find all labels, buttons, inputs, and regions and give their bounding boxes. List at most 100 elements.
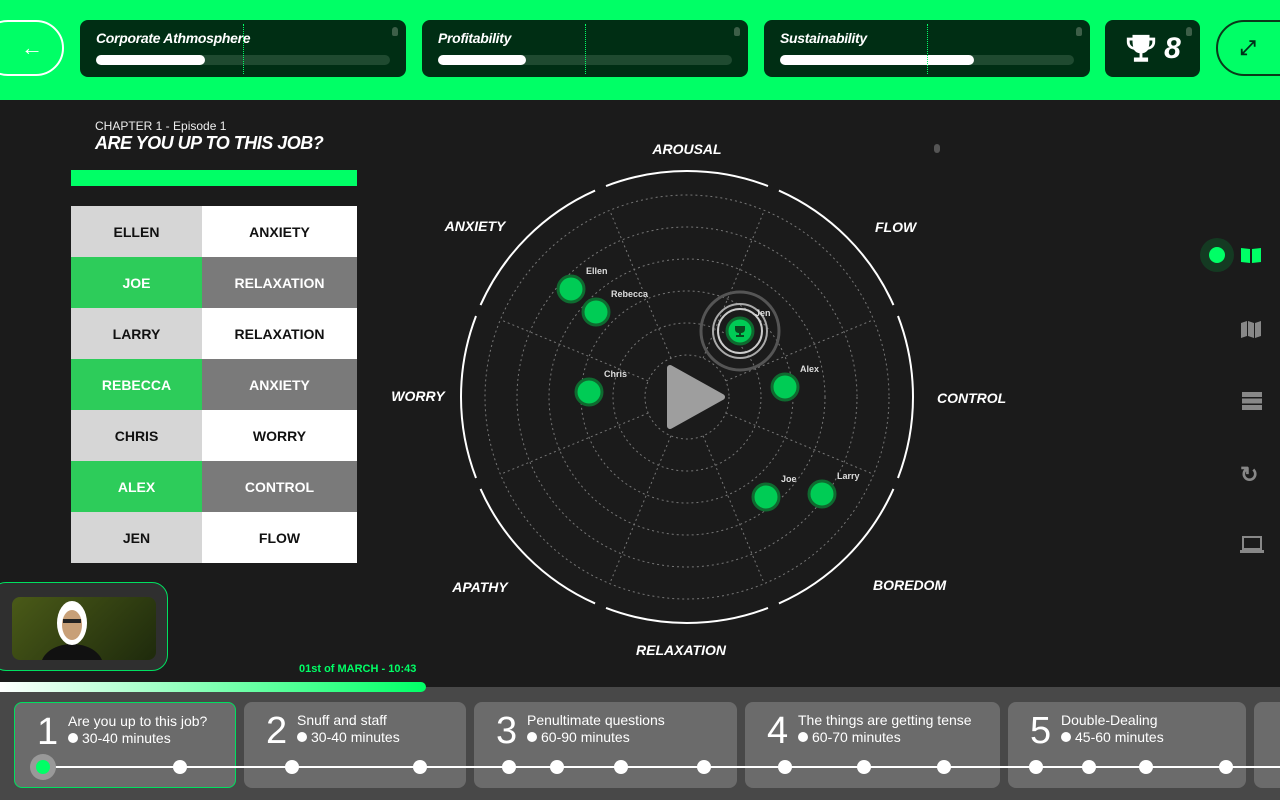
character-marker-label: Chris [604, 369, 627, 379]
character-name: CHRIS [71, 410, 202, 461]
sidebar-item-laptop[interactable] [1200, 536, 1280, 554]
radar-spoke [702, 435, 765, 584]
timeline-step[interactable] [1029, 760, 1043, 774]
lightbulb-icon[interactable] [934, 144, 940, 153]
character-name: JOE [71, 257, 202, 308]
timeline-step[interactable] [778, 760, 792, 774]
top-bar: ← Corporate Athmosphere Profitability Su… [0, 0, 1280, 100]
radar-spoke [725, 412, 874, 475]
character-marker-label: Rebecca [611, 289, 649, 299]
radar-outer-arc [605, 170, 769, 187]
arrow-left-icon: ← [21, 35, 43, 60]
radar-spoke [500, 412, 649, 475]
character-name: ELLEN [71, 206, 202, 257]
character-marker[interactable] [751, 482, 781, 512]
episode-duration: 45-60 minutes [1075, 729, 1164, 745]
trophy-counter[interactable]: 8 [1105, 20, 1200, 77]
timeline-step[interactable] [1219, 760, 1233, 774]
meter-fill [780, 55, 975, 65]
fullscreen-button[interactable]: ⤢ [1216, 20, 1280, 76]
meter-fill [438, 55, 527, 65]
meter-marker [585, 24, 586, 74]
table-row: CHRIS WORRY [71, 410, 357, 461]
episode-duration: 60-90 minutes [541, 729, 630, 745]
character-video[interactable] [0, 582, 168, 671]
clock-icon [68, 733, 78, 743]
character-name: ALEX [71, 461, 202, 512]
character-marker[interactable] [581, 297, 611, 327]
character-portrait [42, 601, 102, 660]
timeline-step[interactable] [857, 760, 871, 774]
episode-card-4[interactable]: 4 The things are getting tense 60-70 minut… [745, 702, 1000, 788]
episode-duration: 30-40 minutes [82, 730, 171, 746]
meter-label: Profitability [438, 30, 512, 46]
back-button[interactable]: ← [0, 20, 64, 76]
radar-label-relaxation: RELAXATION [636, 642, 727, 658]
episode-duration: 60-70 minutes [812, 729, 901, 745]
meter-sustainability: Sustainability [764, 20, 1090, 77]
chapter-title: ARE YOU UP TO THIS JOB? [95, 133, 324, 153]
emotion-radar: AROUSAL FLOW CONTROL BOREDOM RELAXATION APATH… [391, 141, 1006, 658]
character-marker[interactable] [556, 274, 586, 304]
radar-spoke [609, 435, 672, 584]
radar-label-control: CONTROL [937, 390, 1006, 406]
episode-title: The things are getting tense [798, 712, 972, 728]
character-marker[interactable] [807, 479, 837, 509]
timeline-step[interactable] [1082, 760, 1096, 774]
trophy-count: 8 [1164, 31, 1181, 65]
radar-label-anxiety: ANXIETY [444, 218, 507, 234]
episode-card-2[interactable]: 2 Snuff and staff 30-40 minutes [244, 702, 466, 788]
episode-number: 3 [496, 710, 518, 752]
timeline-progress [0, 682, 426, 692]
character-marker[interactable] [574, 377, 604, 407]
sidebar-item-refresh[interactable]: ↻ [1200, 462, 1280, 488]
radar-label-flow: FLOW [875, 219, 918, 235]
character-marker[interactable] [770, 372, 800, 402]
episode-duration: 30-40 minutes [311, 729, 400, 745]
timeline-step[interactable] [173, 760, 187, 774]
character-state: WORRY [202, 410, 357, 461]
server-icon [1242, 392, 1262, 410]
radar-outer-arc [897, 315, 914, 479]
meter-marker [927, 24, 928, 74]
episode-card-3[interactable]: 3 Penultimate questions 60-90 minutes [474, 702, 737, 788]
sidebar-item-book[interactable] [1200, 238, 1280, 272]
timeline-step[interactable] [1139, 760, 1153, 774]
meter-fill [96, 55, 205, 65]
episode-number: 1 [37, 711, 59, 753]
timeline-step[interactable] [697, 760, 711, 774]
lightbulb-icon[interactable] [1186, 27, 1192, 36]
episode-number: 5 [1030, 710, 1052, 752]
laptop-icon [1240, 536, 1264, 553]
clock-icon [297, 732, 307, 742]
radar-outer-arc [460, 315, 477, 479]
timeline-step[interactable] [614, 760, 628, 774]
episode-card-5[interactable]: 5 Double-Dealing 45-60 minutes [1008, 702, 1246, 788]
timeline-step[interactable] [502, 760, 516, 774]
lightbulb-icon[interactable] [734, 27, 740, 36]
lightbulb-icon[interactable] [1076, 27, 1082, 36]
episode-number: 4 [767, 710, 789, 752]
timeline-step[interactable] [413, 760, 427, 774]
radar-label-boredom: BOREDOM [873, 577, 946, 593]
timeline-step[interactable] [937, 760, 951, 774]
table-row: ELLEN ANXIETY [71, 206, 357, 257]
play-icon[interactable] [667, 365, 725, 429]
map-icon [1241, 321, 1261, 338]
timeline-current-step[interactable] [30, 754, 56, 780]
character-marker-label: Alex [800, 364, 819, 374]
timeline-step[interactable] [285, 760, 299, 774]
sidebar-item-server[interactable] [1200, 392, 1280, 410]
meter-profitability: Profitability [422, 20, 748, 77]
timeline-step[interactable] [550, 760, 564, 774]
character-name: REBECCA [71, 359, 202, 410]
table-row: JOE RELAXATION [71, 257, 357, 308]
clock-icon [798, 732, 808, 742]
sidebar-item-map[interactable] [1200, 320, 1280, 338]
chapter-bar [71, 170, 357, 186]
episode-card-6[interactable] [1254, 702, 1280, 788]
lightbulb-icon[interactable] [392, 27, 398, 36]
episode-title: Double-Dealing [1061, 712, 1158, 728]
table-row: LARRY RELAXATION [71, 308, 357, 359]
clock-icon [527, 732, 537, 742]
